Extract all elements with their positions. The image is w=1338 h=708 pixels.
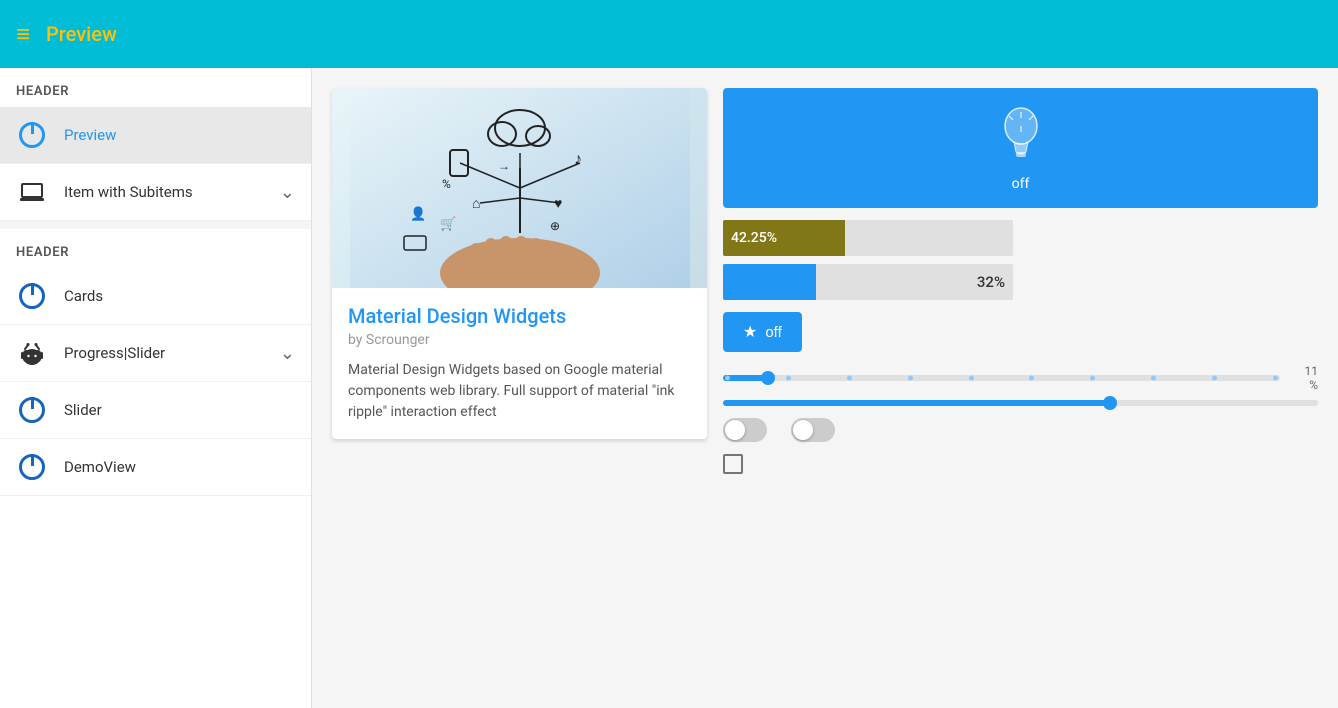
widgets-panel: off 42.25% 32%	[723, 88, 1318, 474]
toggle-knob-2	[793, 420, 813, 440]
slider-track-1[interactable]	[723, 375, 1280, 381]
content-grid: ♪ ⌂ ♥ → % 🛒 ⊕ 👤	[332, 88, 1318, 474]
sidebar-label-demo: DemoView	[64, 458, 295, 476]
progress-bar-1: 42.25%	[723, 220, 1013, 256]
star-icon: ★	[743, 322, 757, 342]
progress-label-1: 42.25%	[731, 230, 777, 246]
sidebar-item-demoview[interactable]: DemoView	[0, 439, 311, 496]
star-button-container: ★ off	[723, 312, 1318, 352]
progress-bar-2: 32%	[723, 264, 1013, 300]
sidebar-label-slider: Slider	[64, 401, 295, 419]
card-body: Material Design Widgets by Scrounger Mat…	[332, 288, 707, 439]
card-subtitle: by Scrounger	[348, 332, 691, 348]
card-text: Material Design Widgets based on Google …	[348, 360, 691, 423]
svg-text:⌂: ⌂	[472, 196, 480, 212]
sidebar-divider	[0, 221, 311, 229]
sidebar-item-cards[interactable]: Cards	[0, 268, 311, 325]
svg-text:⊕: ⊕	[550, 219, 560, 233]
progress-section: 42.25% 32%	[723, 220, 1318, 300]
sidebar-label-progress: Progress|Slider	[64, 344, 280, 362]
progress-fill-yellow: 42.25%	[723, 220, 845, 256]
svg-text:♪: ♪	[574, 149, 582, 168]
content-area: ♪ ⌂ ♥ → % 🛒 ⊕ 👤	[312, 68, 1338, 708]
card-image: ♪ ⌂ ♥ → % 🛒 ⊕ 👤	[332, 88, 707, 288]
svg-text:🛒: 🛒	[440, 216, 456, 232]
sidebar-header-2: Header	[0, 229, 311, 268]
star-button-label: off	[765, 324, 781, 341]
laptop-icon	[16, 176, 48, 208]
svg-text:♥: ♥	[554, 196, 562, 212]
sidebar-label-preview: Preview	[64, 126, 295, 144]
svg-text:→: →	[498, 159, 510, 173]
slider-value-1: 11%	[1288, 364, 1318, 392]
sidebar-label-subitems: Item with Subitems	[64, 183, 280, 201]
power-icon-demo	[16, 451, 48, 483]
power-icon-slider	[16, 394, 48, 426]
sidebar-header-1: Header	[0, 68, 311, 107]
sidebar-item-subitems[interactable]: Item with Subitems ⌄	[0, 164, 311, 221]
sidebar-item-progress[interactable]: Progress|Slider ⌄	[0, 325, 311, 382]
sidebar-item-slider[interactable]: Slider	[0, 382, 311, 439]
checkbox-1[interactable]	[723, 454, 743, 474]
slider-track-2[interactable]	[723, 400, 1318, 406]
info-card: ♪ ⌂ ♥ → % 🛒 ⊕ 👤	[332, 88, 707, 439]
sidebar-label-cards: Cards	[64, 287, 295, 305]
sidebar-item-preview[interactable]: Preview	[0, 107, 311, 164]
svg-text:👤: 👤	[410, 206, 426, 222]
svg-text:%: %	[442, 177, 451, 191]
toggle-knob-1	[725, 420, 745, 440]
chevron-icon-subitems: ⌄	[280, 182, 295, 203]
light-widget[interactable]: off	[723, 88, 1318, 208]
toggle-2[interactable]	[791, 418, 835, 442]
toggle-1[interactable]	[723, 418, 767, 442]
bulb-label: off	[1012, 176, 1030, 192]
progress-label-2: 32%	[977, 273, 1005, 291]
star-button[interactable]: ★ off	[723, 312, 802, 352]
top-bar-title: Preview	[46, 22, 117, 46]
main-layout: Header Preview Item with Subitems ⌄ Head…	[0, 68, 1338, 708]
menu-icon[interactable]: ≡	[16, 22, 30, 46]
android-icon	[16, 337, 48, 369]
power-icon-cards	[16, 280, 48, 312]
slider-row-2	[723, 400, 1318, 406]
progress-fill-blue	[723, 264, 816, 300]
slider-fill-2	[723, 400, 1110, 406]
slider-row-1: 11%	[723, 364, 1318, 392]
sidebar: Header Preview Item with Subitems ⌄ Head…	[0, 68, 312, 708]
power-icon-preview	[16, 119, 48, 151]
slider-section: 11%	[723, 364, 1318, 406]
toggles-row	[723, 418, 1318, 442]
chevron-icon-progress: ⌄	[280, 343, 295, 364]
top-bar: ≡ Preview	[0, 0, 1338, 68]
bulb-icon	[996, 104, 1046, 172]
card-title: Material Design Widgets	[348, 304, 691, 328]
